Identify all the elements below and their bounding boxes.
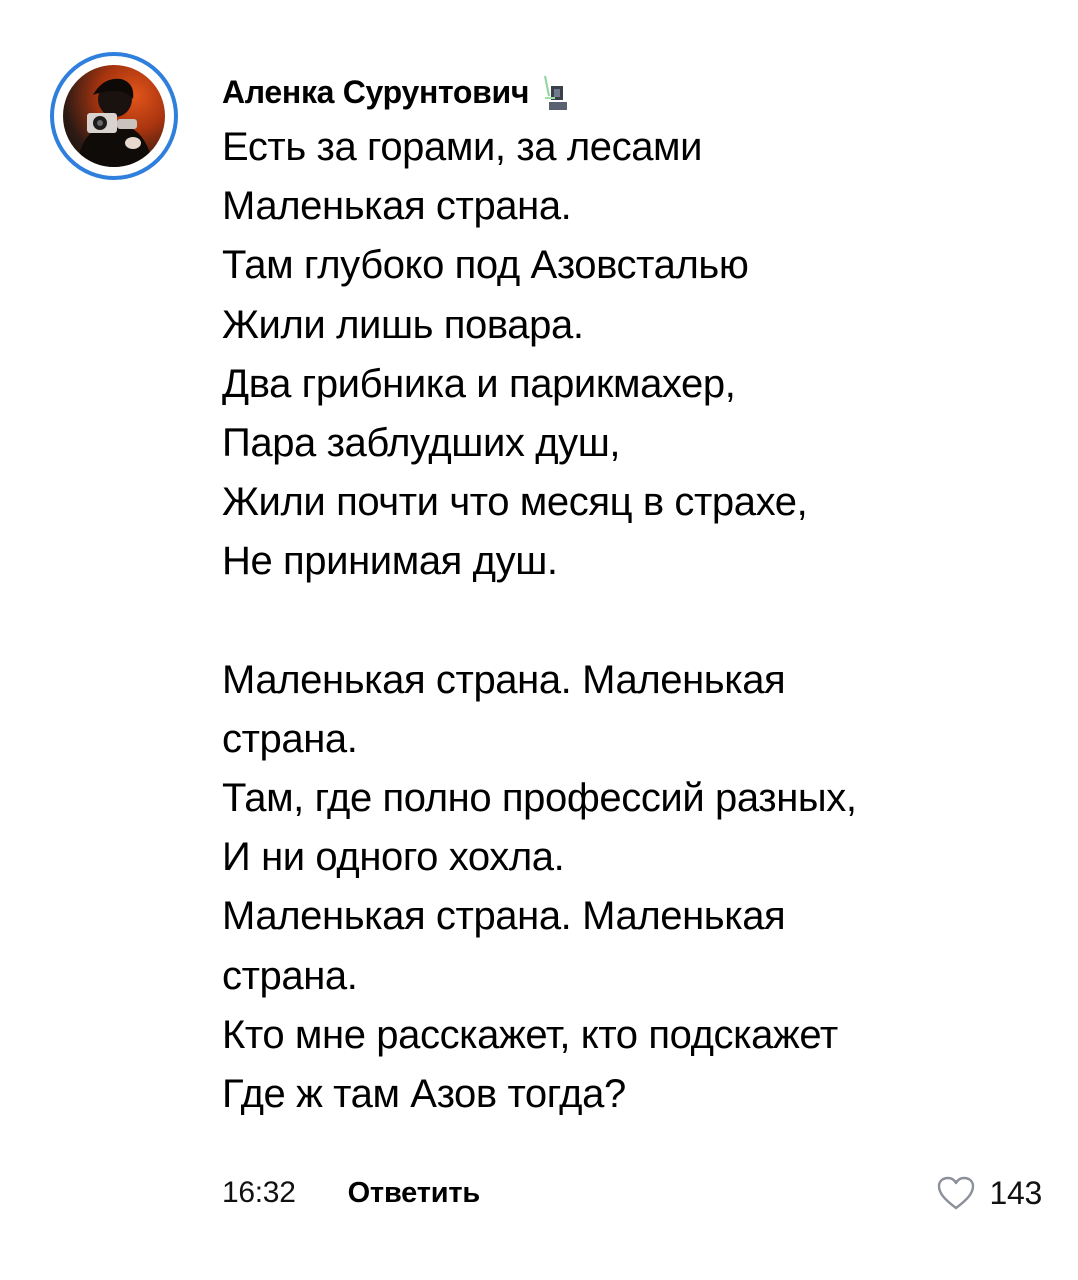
comment: Аленка Сурунтович Есть за горами, за лес… [0, 0, 1078, 1280]
comment-time: 16:32 [222, 1176, 296, 1209]
reply-button[interactable]: Ответить [348, 1177, 481, 1210]
author-name[interactable]: Аленка Сурунтович [222, 74, 530, 111]
text-line: Не принимая душ. [222, 539, 558, 584]
author-row: Аленка Сурунтович [222, 66, 1042, 118]
text-line: Там, где полно профессий разных, [222, 776, 857, 821]
avatar[interactable] [50, 52, 178, 180]
like-button[interactable]: 143 [936, 1174, 1043, 1212]
text-line: Жили почти что месяц в страхе, [222, 480, 808, 525]
text-line: Есть за горами, за лесами [222, 125, 703, 169]
text-line: Там глубоко под Азовсталью [222, 243, 749, 288]
text-line: Пара заблудших душ, [222, 420, 621, 465]
text-line: Маленькая страна. Маленькая [222, 894, 786, 939]
text-line: Жили лишь повара. [222, 302, 584, 347]
text-line: Два грибника и парикмахер, [222, 361, 736, 406]
comment-footer: 16:32 Ответить 143 [222, 1168, 1042, 1218]
text-line: страна. [222, 953, 358, 998]
comment-body: Аленка Сурунтович Есть за горами, за лес… [222, 66, 1042, 1124]
text-line: И ни одного хохла. [222, 835, 565, 880]
like-count: 143 [989, 1174, 1043, 1211]
text-line-blank [222, 592, 1042, 651]
text-line: Маленькая страна. Маленькая [222, 657, 786, 702]
avatar-photo [63, 65, 165, 167]
text-line: Где ж там Азов тогда? [222, 1072, 626, 1116]
author-badge-icon [541, 72, 571, 112]
comment-text: Есть за горами, за лесами Маленькая стра… [222, 118, 1042, 1124]
text-line: Маленькая страна. [222, 184, 572, 229]
text-line: страна. [222, 716, 358, 761]
text-line: Кто мне расскажет, кто подскажет [222, 1012, 838, 1057]
heart-outline-icon [936, 1175, 976, 1211]
